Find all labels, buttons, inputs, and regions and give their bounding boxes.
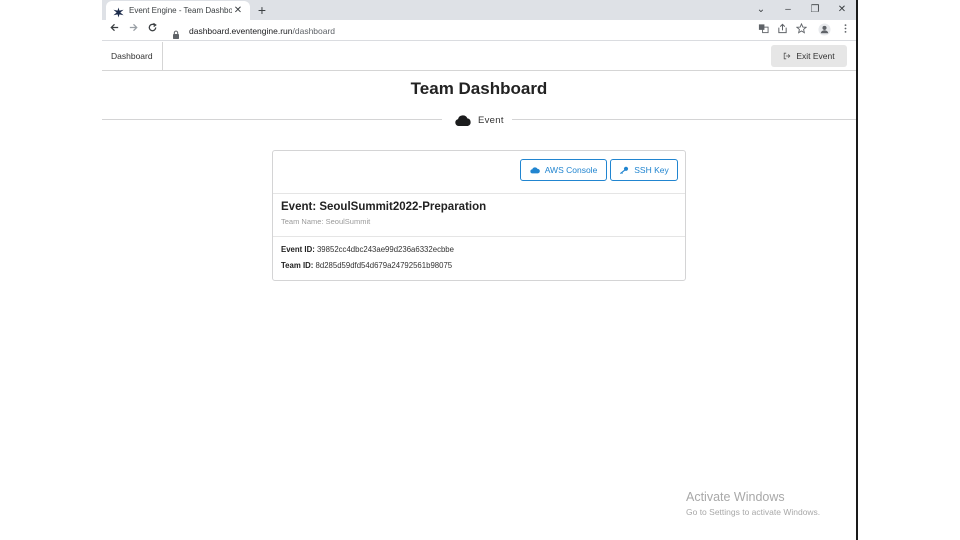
event-card: AWS Console SSH Key Event: SeoulSummit20… bbox=[272, 150, 686, 281]
page-title: Team Dashboard bbox=[410, 79, 548, 98]
browser-tab[interactable]: Event Engine - Team Dashboard ✕ bbox=[106, 1, 250, 20]
aws-console-button[interactable]: AWS Console bbox=[520, 159, 607, 181]
browser-window: Event Engine - Team Dashboard ✕ + ⌄ – ❐ … bbox=[102, 0, 856, 540]
desktop-background-left bbox=[0, 0, 102, 540]
desktop-background-right bbox=[856, 0, 960, 540]
event-id-row: Event ID: 39852cc4dbc243ae99d236a6332ecb… bbox=[281, 245, 454, 254]
translate-icon[interactable] bbox=[756, 23, 770, 37]
url-host: dashboard.eventengine.run bbox=[189, 25, 293, 36]
profile-avatar-icon[interactable] bbox=[817, 23, 831, 37]
section-divider: Event bbox=[102, 112, 856, 128]
web-page: Dashboard Exit Event Team Dashboard Even… bbox=[102, 42, 856, 540]
share-icon[interactable] bbox=[775, 23, 789, 37]
tab-close-icon[interactable]: ✕ bbox=[232, 5, 244, 16]
divider-header: Event bbox=[454, 112, 504, 128]
restore-icon[interactable]: ❐ bbox=[802, 0, 828, 20]
card-actions: AWS Console SSH Key bbox=[273, 151, 685, 194]
minimize-icon[interactable]: – bbox=[775, 0, 801, 20]
aws-console-label: AWS Console bbox=[544, 165, 598, 175]
event-id-value: 39852cc4dbc243ae99d236a6332ecbbe bbox=[316, 245, 454, 254]
card-separator bbox=[273, 236, 685, 237]
watermark-subtitle: Go to Settings to activate Windows. bbox=[686, 507, 821, 517]
team-id-row: Team ID: 8d285d59dfd54d679a24792561b9807… bbox=[281, 261, 452, 270]
ssh-key-label: SSH Key bbox=[634, 165, 669, 175]
sign-out-icon bbox=[784, 52, 791, 60]
divider-label: Event bbox=[478, 114, 504, 126]
url-text: dashboard.eventengine.run/dashboard bbox=[189, 26, 335, 36]
activate-windows-watermark: Activate Windows Go to Settings to activ… bbox=[686, 490, 820, 517]
forward-icon[interactable] bbox=[125, 22, 141, 38]
nav-dashboard-link[interactable]: Dashboard bbox=[102, 42, 163, 70]
exit-event-button[interactable]: Exit Event bbox=[771, 45, 847, 67]
event-engine-favicon-icon bbox=[113, 5, 124, 18]
lock-icon bbox=[172, 26, 180, 39]
tab-title: Event Engine - Team Dashboard bbox=[129, 6, 232, 15]
team-id-value: 8d285d59dfd54d679a24792561b98075 bbox=[315, 261, 453, 270]
browser-menu-icon[interactable] bbox=[838, 23, 852, 37]
tab-strip: Event Engine - Team Dashboard ✕ + ⌄ – ❐ … bbox=[102, 0, 856, 20]
exit-event-label: Exit Event bbox=[796, 51, 835, 61]
cloud-icon bbox=[455, 114, 471, 126]
new-tab-button[interactable]: + bbox=[254, 2, 270, 18]
event-header: Event: SeoulSummit2022-Preparation bbox=[281, 201, 487, 213]
watermark-title: Activate Windows bbox=[686, 490, 785, 504]
event-id-label: Event ID: bbox=[281, 245, 315, 254]
browser-toolbar: dashboard.eventengine.run/dashboard bbox=[102, 20, 856, 41]
top-navbar: Dashboard Exit Event bbox=[102, 42, 856, 71]
team-id-label: Team ID: bbox=[281, 261, 314, 270]
ssh-key-button[interactable]: SSH Key bbox=[610, 159, 678, 181]
back-icon[interactable] bbox=[106, 22, 122, 38]
key-icon bbox=[620, 166, 629, 174]
cloud-icon bbox=[530, 167, 540, 174]
divider-line-right bbox=[512, 119, 856, 120]
close-window-icon[interactable]: ✕ bbox=[829, 0, 855, 20]
bookmark-star-icon[interactable] bbox=[794, 22, 808, 37]
team-name: Team Name: SeoulSummit bbox=[281, 217, 371, 226]
address-bar[interactable]: dashboard.eventengine.run/dashboard bbox=[166, 22, 751, 39]
reload-icon[interactable] bbox=[144, 22, 160, 38]
url-path: /dashboard bbox=[292, 25, 336, 36]
tab-search-dropdown-icon[interactable]: ⌄ bbox=[748, 0, 774, 20]
divider-line-left bbox=[102, 119, 442, 120]
